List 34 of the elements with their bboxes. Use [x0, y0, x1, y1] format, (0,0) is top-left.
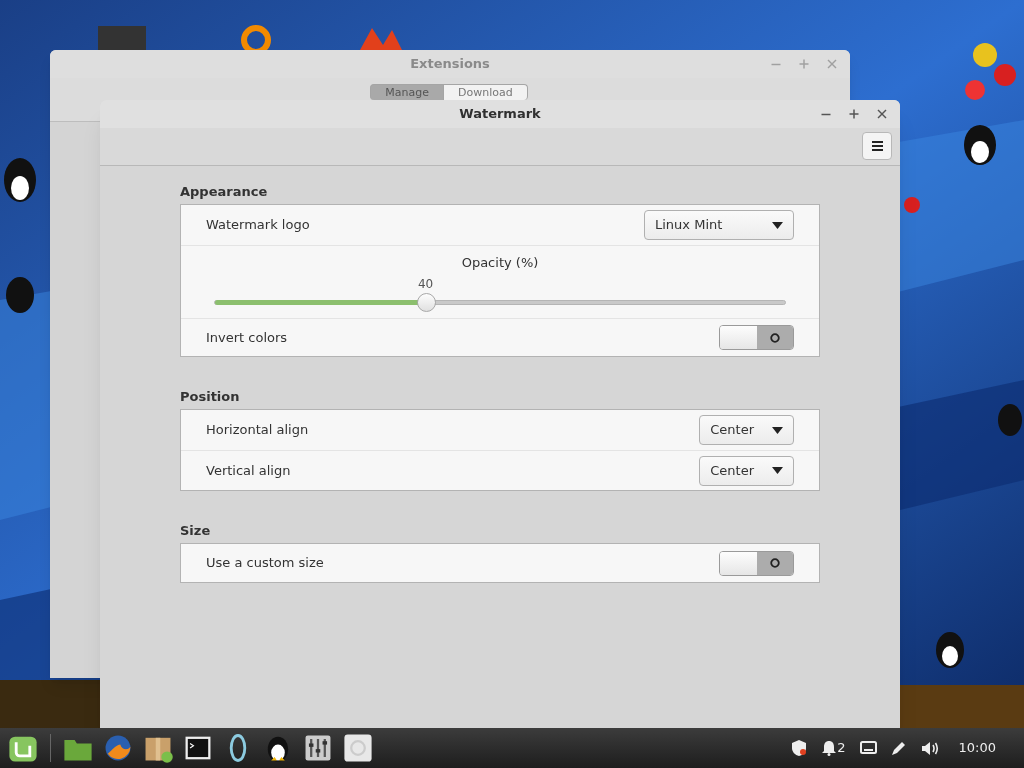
- menu-button[interactable]: [862, 132, 892, 160]
- setting-label: Vertical align: [206, 461, 292, 480]
- setting-label: Invert colors: [206, 328, 289, 347]
- toggle-switch[interactable]: [719, 550, 794, 576]
- clock[interactable]: 10:00: [958, 738, 996, 758]
- monitor-icon[interactable]: [859, 741, 877, 755]
- caret-icon: [772, 221, 783, 229]
- dropdown[interactable]: Center: [699, 455, 794, 486]
- slider-value: 40: [418, 275, 434, 293]
- pen-icon[interactable]: [890, 740, 907, 756]
- setting-label: Opacity (%): [461, 254, 539, 272]
- setting-label: Horizontal align: [206, 421, 310, 440]
- off-mark-icon: [770, 332, 780, 343]
- dropdown[interactable]: Linux Mint: [644, 210, 794, 240]
- menu-icon: [871, 141, 883, 151]
- tab[interactable]: Download: [444, 84, 528, 100]
- section-title: Position: [180, 388, 241, 406]
- app-icon[interactable]: [341, 731, 375, 765]
- section-title: Appearance: [180, 183, 269, 201]
- toggle-switch[interactable]: [719, 325, 794, 350]
- dropdown[interactable]: Center: [699, 415, 794, 445]
- caret-icon: [772, 426, 783, 434]
- section-title: Size: [180, 522, 212, 540]
- volume-icon[interactable]: [920, 740, 939, 756]
- shield-icon[interactable]: [790, 739, 809, 757]
- caret-icon: [772, 467, 783, 474]
- setting-label: Use a custom size: [206, 554, 325, 573]
- notification-count[interactable]: 2: [837, 738, 846, 758]
- bell-icon[interactable]: [822, 740, 837, 756]
- setting-label: Watermark logo: [206, 216, 311, 235]
- off-mark-icon: [770, 558, 780, 568]
- slider-thumb[interactable]: [416, 292, 436, 312]
- window-title: Watermark: [459, 105, 541, 124]
- window-title: Extensions: [410, 55, 490, 74]
